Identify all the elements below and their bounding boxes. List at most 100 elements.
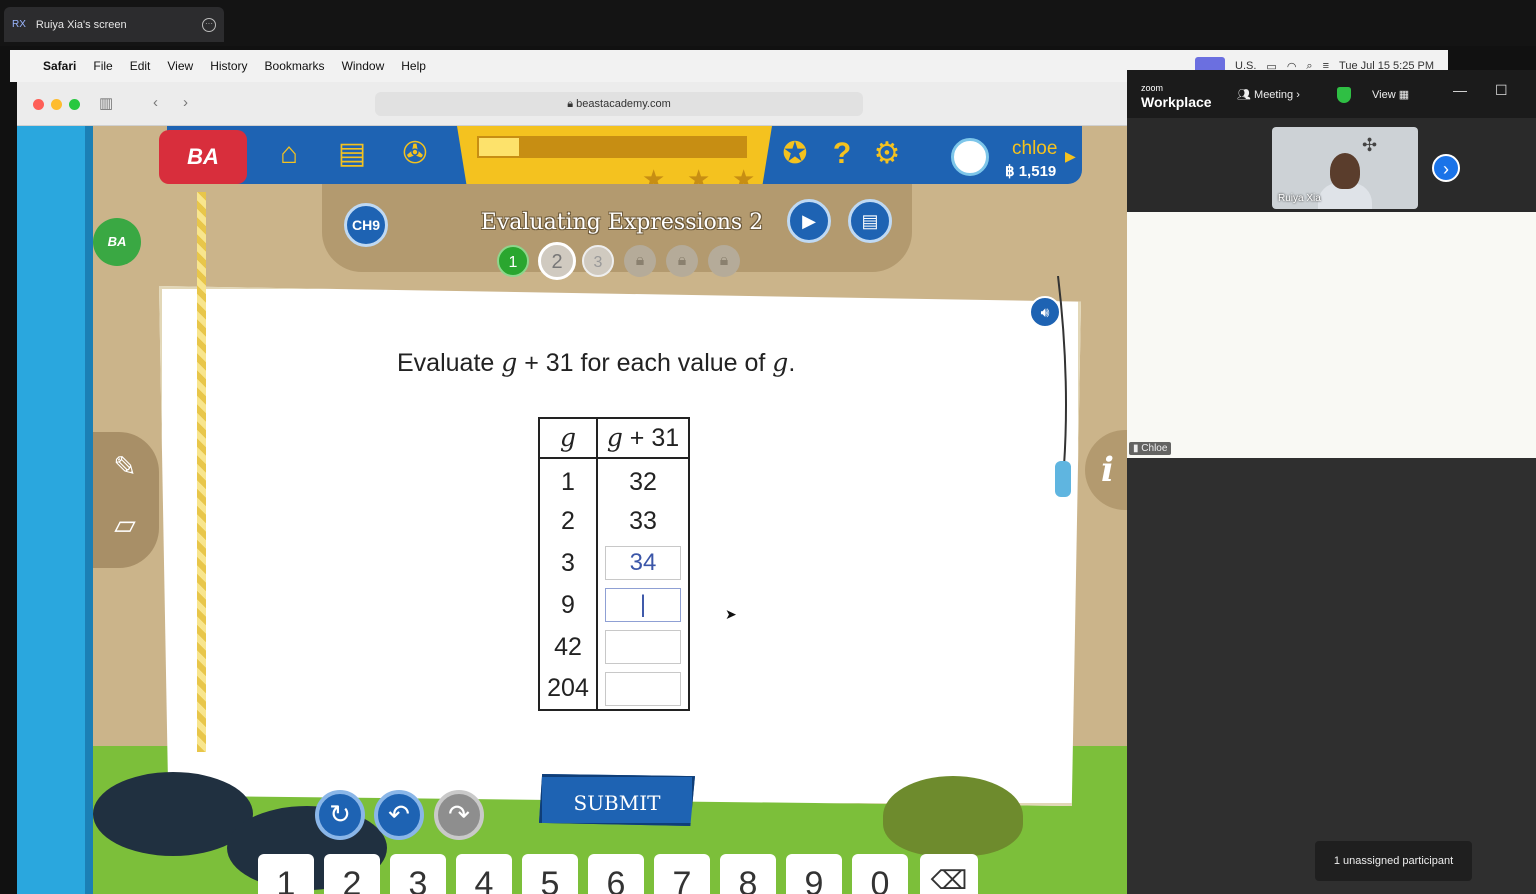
answer-input[interactable]	[605, 630, 681, 664]
prompt-text: .	[788, 349, 796, 377]
close-window-icon[interactable]	[33, 99, 44, 110]
user-name[interactable]: chloe	[1012, 138, 1057, 160]
help-icon[interactable]: ?	[822, 134, 862, 174]
keypad-key[interactable]: 6	[588, 854, 644, 894]
minimize-window-icon[interactable]	[51, 99, 62, 110]
step-3[interactable]: 3	[582, 245, 614, 277]
minimize-icon[interactable]: —	[1453, 82, 1467, 98]
zoom-window-icon[interactable]	[69, 99, 80, 110]
participant-thumbnail[interactable]: ✣ Ruiya Xia	[1272, 127, 1418, 209]
prompt-variable: g	[772, 348, 789, 377]
chevron-right-icon[interactable]: ▶	[1065, 148, 1076, 165]
address-text: beastacademy.com	[576, 98, 671, 110]
zoom-logo-small: zoom	[1141, 83, 1164, 93]
menu-window[interactable]: Window	[342, 59, 385, 73]
play-video-button[interactable]: ▶	[787, 199, 831, 243]
forward-icon[interactable]: ›	[183, 94, 188, 111]
keypad-key[interactable]: 9	[786, 854, 842, 894]
expression-table: g g + 31 1 32 2 33 3 34 9 | 42 204	[538, 417, 690, 711]
guide-book-button[interactable]: ▤	[848, 199, 892, 243]
ba-side-logo[interactable]: BA	[93, 218, 141, 266]
ba-logo-button[interactable]: BA	[159, 130, 247, 184]
safari-toolbar: ▥ ‹ › 🔒︎ beastacademy.com	[17, 82, 1127, 126]
g-value: 204	[538, 668, 598, 711]
more-icon[interactable]: ···	[202, 17, 216, 32]
menu-edit[interactable]: Edit	[130, 59, 151, 73]
header-g-text: g	[559, 423, 576, 452]
menu-view[interactable]: View	[167, 59, 193, 73]
keypad-key[interactable]: 0	[852, 854, 908, 894]
table-row: 2 33	[538, 500, 690, 542]
chapter-badge[interactable]: CH9	[344, 203, 388, 247]
share-tab[interactable]: RX Ruiya Xia's screen ···	[4, 7, 224, 42]
keypad-key[interactable]: 1	[258, 854, 314, 894]
menu-file[interactable]: File	[93, 59, 112, 73]
reset-icon[interactable]: ↻	[315, 790, 365, 840]
grid-icon: ▦	[1398, 89, 1410, 101]
header-expr-variable: g	[606, 423, 623, 452]
lock-icon: 🔒︎	[624, 245, 656, 277]
maximize-icon[interactable]: ☐	[1495, 82, 1508, 99]
award-ribbon-icon[interactable]: ✪	[775, 134, 815, 174]
keypad-key[interactable]: 7	[654, 854, 710, 894]
meeting-menu[interactable]: 👥︎ Meeting ›	[1237, 88, 1300, 101]
answer-input[interactable]	[605, 671, 681, 706]
book-icon[interactable]: ▤	[332, 134, 372, 174]
unassigned-participant-notice[interactable]: 1 unassigned participant	[1315, 841, 1472, 881]
backspace-icon[interactable]: ⌫	[920, 854, 978, 894]
answer-cell	[596, 668, 690, 711]
back-icon[interactable]: ‹	[153, 94, 158, 111]
whistle-icon	[1055, 276, 1071, 497]
prompt-text: Evaluate	[397, 349, 502, 377]
keypad-key[interactable]: 4	[456, 854, 512, 894]
g-value: 9	[538, 584, 598, 626]
view-menu[interactable]: View ▦	[1372, 88, 1409, 101]
menu-bookmarks[interactable]: Bookmarks	[265, 59, 325, 73]
menu-help[interactable]: Help	[401, 59, 426, 73]
keypad-key[interactable]: 2	[324, 854, 380, 894]
undo-icon[interactable]: ↶	[374, 790, 424, 840]
lesson-title: Evaluating Expressions 2	[480, 210, 764, 235]
security-shield-icon[interactable]	[1337, 87, 1351, 103]
avatar[interactable]	[951, 138, 989, 176]
info-button[interactable]: i	[1085, 430, 1127, 510]
next-page-icon[interactable]: ›	[1432, 154, 1460, 182]
answer-input[interactable]: 34	[605, 546, 681, 580]
share-initials: RX	[12, 19, 26, 30]
left-border-shade	[85, 126, 93, 894]
table-row: 3 34	[538, 542, 690, 584]
step-2[interactable]: 2	[538, 242, 576, 280]
pencil-icon[interactable]: ✎	[105, 450, 145, 490]
thumbnail-name: Ruiya Xia	[1278, 193, 1321, 204]
answer-input[interactable]: |	[605, 588, 681, 622]
g-value: 2	[538, 500, 598, 542]
answer-cell: |	[596, 584, 690, 626]
table-row: 9 |	[538, 584, 690, 626]
answer-cell	[596, 626, 690, 668]
keypad-key[interactable]: 3	[390, 854, 446, 894]
video-camera-icon[interactable]: ✇	[395, 134, 435, 174]
settings-gear-icon[interactable]: ⚙	[867, 134, 907, 174]
address-bar[interactable]: 🔒︎ beastacademy.com	[375, 92, 863, 116]
participant-video-tile[interactable]	[1127, 212, 1536, 458]
home-icon[interactable]: ⌂	[269, 134, 309, 174]
g-value: 3	[538, 542, 598, 584]
keypad-key[interactable]: 5	[522, 854, 578, 894]
eraser-icon[interactable]: ▱	[105, 508, 145, 548]
column-header-expression: g + 31	[596, 417, 690, 459]
menu-history[interactable]: History	[210, 59, 247, 73]
table-row: 1 32	[538, 458, 690, 500]
sidebar-toggle-icon[interactable]: ▥	[99, 94, 113, 112]
column-header-g: g	[538, 417, 598, 459]
meeting-label: Meeting ›	[1254, 89, 1300, 101]
redo-icon[interactable]: ↷	[434, 790, 484, 840]
submit-button[interactable]: SUBMIT	[539, 774, 695, 826]
step-1[interactable]: 1	[497, 245, 529, 277]
header-expr-text: + 31	[622, 424, 680, 452]
progress-bar-fill	[479, 138, 519, 156]
menu-app-safari[interactable]: Safari	[43, 59, 76, 73]
keypad-key[interactable]: 8	[720, 854, 776, 894]
share-title: Ruiya Xia's screen	[35, 18, 127, 31]
g-value: 42	[538, 626, 598, 668]
mouse-cursor-icon: ➤	[725, 606, 737, 622]
